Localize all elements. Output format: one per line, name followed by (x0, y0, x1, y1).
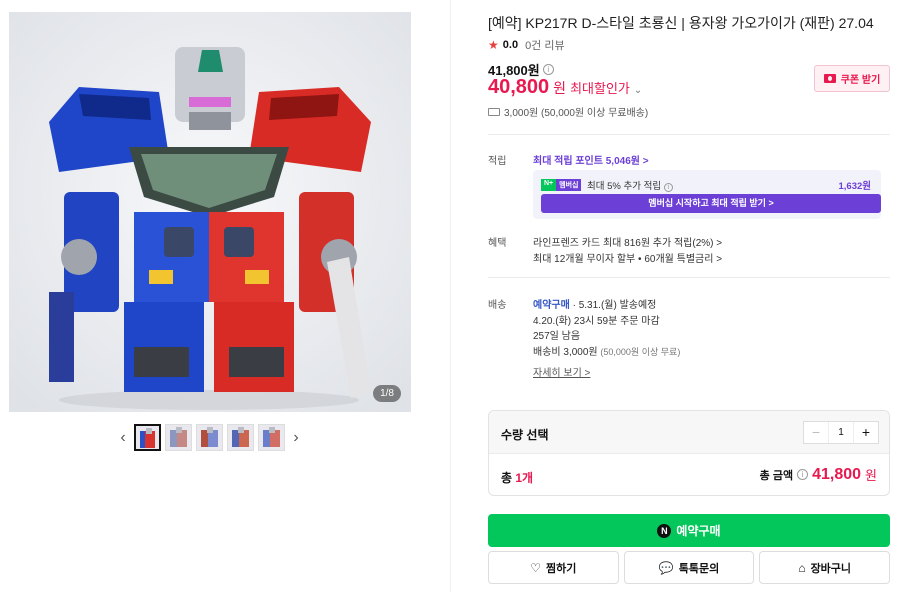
naver-plus-badge: N+ 멤버십 (541, 179, 582, 191)
info-icon[interactable]: i (542, 64, 554, 75)
thumbnail[interactable] (134, 424, 161, 451)
delivery-type: 예약구매 (533, 300, 570, 311)
next-thumb-arrow-icon[interactable]: › (289, 429, 303, 447)
total-count-value: 1개 (515, 471, 534, 485)
sale-price-unit: 원 (553, 80, 567, 96)
quantity-stepper: − 1 + (803, 421, 879, 444)
wishlist-button[interactable]: ♡ 찜하기 (488, 551, 619, 584)
delivery-fee-note: (50,000원 이상 무료) (600, 347, 681, 357)
chevron-down-icon: ⌄ (633, 85, 643, 96)
heart-icon: ♡ (530, 560, 542, 575)
shipping-summary: 3,000원 (50,000원 이상 무료배송) (488, 104, 648, 119)
star-icon: ★ (488, 38, 499, 52)
delivery-type-row: 예약구매 · 5.31.(월) 발송예정 (533, 296, 656, 311)
cart-label: 장바구니 (810, 562, 852, 575)
max-point-link[interactable]: 최대 적립 포인트 5,046원 > (533, 152, 649, 167)
minus-button[interactable]: − (804, 422, 828, 443)
bag-icon: ⌂ (798, 560, 806, 575)
section-divider (488, 277, 890, 278)
membership-cta-button[interactable]: 멤버십 시작하고 최대 적립 받기 > (541, 194, 881, 213)
quantity-title: 수량 선택 (501, 428, 549, 442)
talk-label: 톡톡문의 (678, 562, 720, 575)
preorder-buy-button[interactable]: N 예약구매 (488, 514, 890, 547)
review-count: 0건 리뷰 (525, 40, 565, 52)
total-amount-unit: 원 (865, 468, 877, 483)
coupon-label: 쿠폰 받기 (840, 75, 881, 86)
total-amount: 41,800 (812, 465, 862, 483)
cart-button[interactable]: ⌂ 장바구니 (759, 551, 891, 584)
benefit-card-link[interactable]: 라인프렌즈 카드 최대 816원 추가 적립(2%) > (533, 234, 722, 249)
delivery-label: 배송 (488, 300, 507, 311)
membership-point-box: N+ 멤버십 최대 5% 추가 적립 i 1,632원 멤버십 시작하고 최대 … (533, 170, 881, 219)
info-icon[interactable]: i (663, 183, 673, 192)
thumbnail[interactable] (196, 424, 223, 451)
delivery-fee: 배송비 3,000원 (533, 347, 598, 358)
chat-icon: 💬 (658, 560, 674, 575)
plus-button[interactable]: + (854, 422, 878, 443)
quantity-box: 수량 선택 − 1 + 총 1개 총 금액 i 41,800 원 (488, 410, 890, 496)
extra-point-text: 최대 5% 추가 적립 i (587, 178, 673, 192)
quantity-input[interactable]: 1 (828, 422, 854, 443)
thumbnail[interactable] (165, 424, 192, 451)
extra-point-label: 최대 5% 추가 적립 (587, 181, 662, 192)
total-count: 총 1개 (501, 469, 533, 486)
coupon-button[interactable]: 쿠폰 받기 (814, 65, 890, 92)
sale-label: 최대할인가 (570, 81, 630, 96)
quantity-header: 수량 선택 − 1 + (489, 411, 889, 454)
coupon-icon (823, 74, 836, 83)
sale-price-row[interactable]: 40,800 원 최대할인가 ⌄ (488, 76, 642, 99)
product-image[interactable]: 1/8 (9, 12, 411, 412)
benefit-installment-link[interactable]: 최대 12개월 무이자 할부 • 60개월 특별금리 > (533, 250, 722, 265)
wishlist-label: 찜하기 (546, 562, 577, 575)
prev-thumb-arrow-icon[interactable]: ‹ (116, 429, 130, 447)
rating-row[interactable]: ★ 0.0 0건 리뷰 (488, 37, 565, 53)
ship-date: · 5.31.(월) 발송예정 (572, 300, 657, 311)
rating-value: 0.0 (502, 39, 519, 51)
truck-icon (488, 107, 500, 116)
thumbnail[interactable] (227, 424, 254, 451)
total-amount-row: 총 금액 i 41,800 원 (760, 465, 877, 484)
secondary-actions: ♡ 찜하기 💬 톡톡문의 ⌂ 장바구니 (488, 551, 891, 584)
n-plus-badge: N+ (541, 179, 557, 191)
talk-inquiry-button[interactable]: 💬 톡톡문의 (623, 551, 755, 584)
product-title: [예약] KP217R D-스타일 초룡신 | 용자왕 가오가이가 (재판) 2… (488, 15, 874, 31)
sale-price: 40,800 (488, 76, 550, 98)
shipping-summary-text: 3,000원 (50,000원 이상 무료배송) (504, 108, 649, 119)
extra-point-amount: 1,632원 (838, 181, 871, 192)
info-icon[interactable]: i (797, 469, 809, 480)
thumbnail-strip: ‹ › (116, 424, 303, 451)
delivery-fee-row: 배송비 3,000원 (50,000원 이상 무료) (533, 343, 680, 358)
total-amount-label: 총 금액 (759, 469, 794, 482)
buy-label: 예약구매 (676, 524, 721, 538)
image-counter: 1/8 (373, 385, 401, 402)
thumbnail[interactable] (258, 424, 285, 451)
section-divider (488, 134, 890, 135)
remaining-days: 257일 남음 (533, 331, 581, 342)
total-count-prefix: 총 (501, 471, 516, 485)
order-deadline: 4.20.(화) 23시 59분 주문 마감 (533, 316, 660, 327)
points-label: 적립 (488, 156, 507, 167)
naver-n-icon: N (657, 523, 672, 538)
robot-illustration (9, 12, 411, 412)
column-divider (450, 0, 451, 592)
delivery-details-link[interactable]: 자세히 보기 > (533, 364, 590, 379)
membership-badge: 멤버십 (556, 179, 582, 191)
benefits-label: 혜택 (488, 238, 507, 249)
